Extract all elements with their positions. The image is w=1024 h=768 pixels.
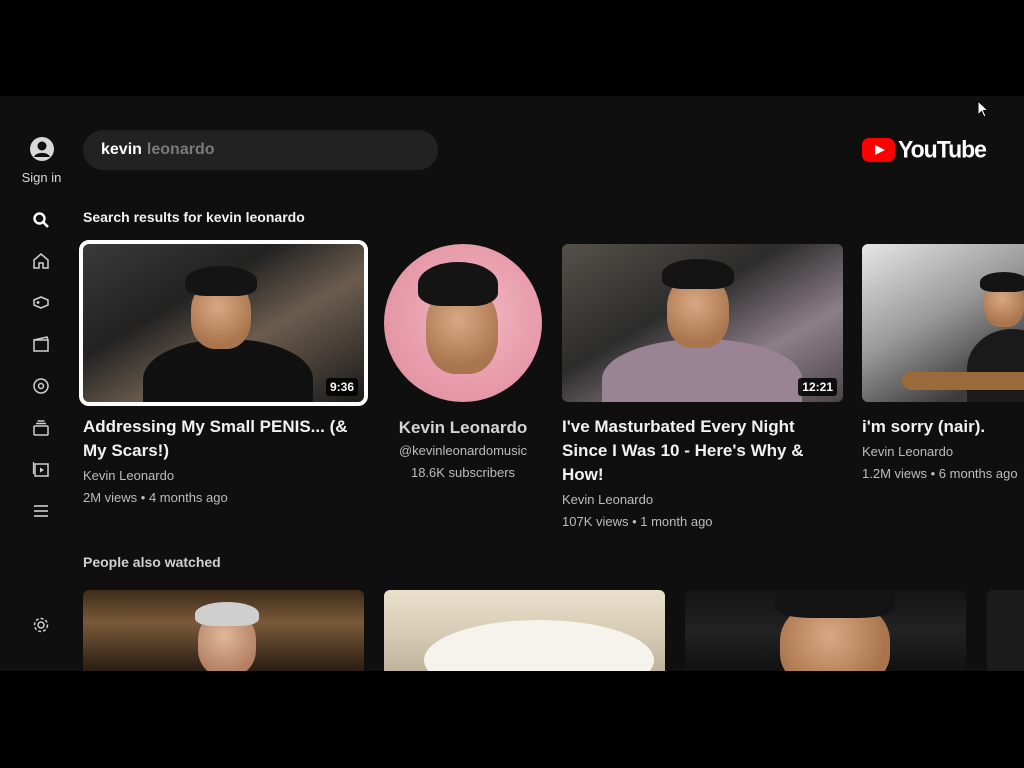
movies-rail-button[interactable] (29, 332, 53, 356)
youtube-play-icon (862, 137, 895, 162)
tv-app-screen: Sign in kevin leonardo YouTube Search re… (0, 96, 1024, 671)
channel-avatar (384, 244, 542, 402)
channel-handle: @kevinleonardomusic (398, 443, 528, 458)
video-stats: 107K views • 1 month ago (562, 514, 713, 529)
search-suggestion-text: leonardo (146, 141, 215, 158)
search-icon (33, 212, 49, 228)
video-thumbnail (862, 244, 1024, 402)
video-card-1[interactable]: 9:36 Addressing My Small PENIS... (& My … (79, 240, 373, 509)
video-thumbnail: 12:21 (562, 244, 843, 402)
also-watched-thumbnail-4[interactable] (987, 590, 1024, 671)
sign-in-button[interactable]: Sign in (0, 136, 83, 185)
settings-rail-button[interactable] (29, 613, 53, 637)
also-watched-thumbnail-2[interactable] (384, 590, 665, 671)
mouse-cursor-icon (977, 100, 989, 118)
also-watched-thumbnail-3[interactable] (685, 590, 966, 671)
video-channel: Kevin Leonardo (862, 444, 954, 459)
video-title: Addressing My Small PENIS... (& My Scars… (83, 417, 348, 460)
search-results-heading: Search results for kevin leonardo (83, 209, 305, 225)
search-input[interactable]: kevin leonardo (83, 130, 438, 170)
video-card-2[interactable]: 12:21 I've Masturbated Every Night Since… (562, 244, 843, 533)
library-rail-button[interactable] (29, 457, 53, 481)
home-rail-button[interactable] (29, 249, 53, 273)
search-typed-text: kevin (101, 141, 142, 158)
library-icon (32, 462, 49, 477)
music-icon (33, 378, 49, 394)
music-rail-button[interactable] (29, 374, 53, 398)
channel-card[interactable]: Kevin Leonardo @kevinleonardomusic 18.6K… (384, 244, 542, 484)
video-title: i'm sorry (nair). (862, 417, 986, 436)
channel-subscribers: 18.6K subscribers (410, 465, 516, 480)
video-title: I've Masturbated Every Night Since I Was… (562, 417, 804, 484)
subscriptions-rail-button[interactable] (29, 416, 53, 440)
also-watched-thumbnail-1[interactable] (83, 590, 364, 671)
account-icon (29, 137, 54, 161)
people-also-watched-heading: People also watched (83, 554, 221, 570)
channel-name: Kevin Leonardo (398, 418, 528, 437)
settings-icon (33, 617, 49, 633)
subscriptions-icon (33, 420, 49, 436)
video-card-3[interactable]: i'm sorry (nair). Kevin Leonardo 1.2M vi… (862, 244, 1024, 485)
youtube-logo-text: YouTube (898, 135, 987, 163)
video-stats: 1.2M views • 6 months ago (862, 466, 1018, 481)
video-channel: Kevin Leonardo (83, 468, 175, 483)
gaming-icon (33, 296, 49, 309)
side-rail: Sign in (0, 96, 83, 671)
video-thumbnail: 9:36 (79, 240, 368, 406)
video-stats: 2M views • 4 months ago (83, 490, 228, 505)
sign-in-label: Sign in (21, 170, 62, 185)
gaming-rail-button[interactable] (29, 290, 53, 314)
youtube-logo: YouTube (862, 135, 987, 163)
movies-icon (33, 336, 49, 352)
home-icon (33, 253, 49, 269)
video-channel: Kevin Leonardo (562, 492, 654, 507)
menu-icon (34, 505, 48, 517)
video-duration: 12:21 (798, 378, 837, 396)
search-rail-button[interactable] (29, 208, 53, 232)
menu-rail-button[interactable] (29, 499, 53, 523)
video-duration: 9:36 (325, 378, 358, 396)
